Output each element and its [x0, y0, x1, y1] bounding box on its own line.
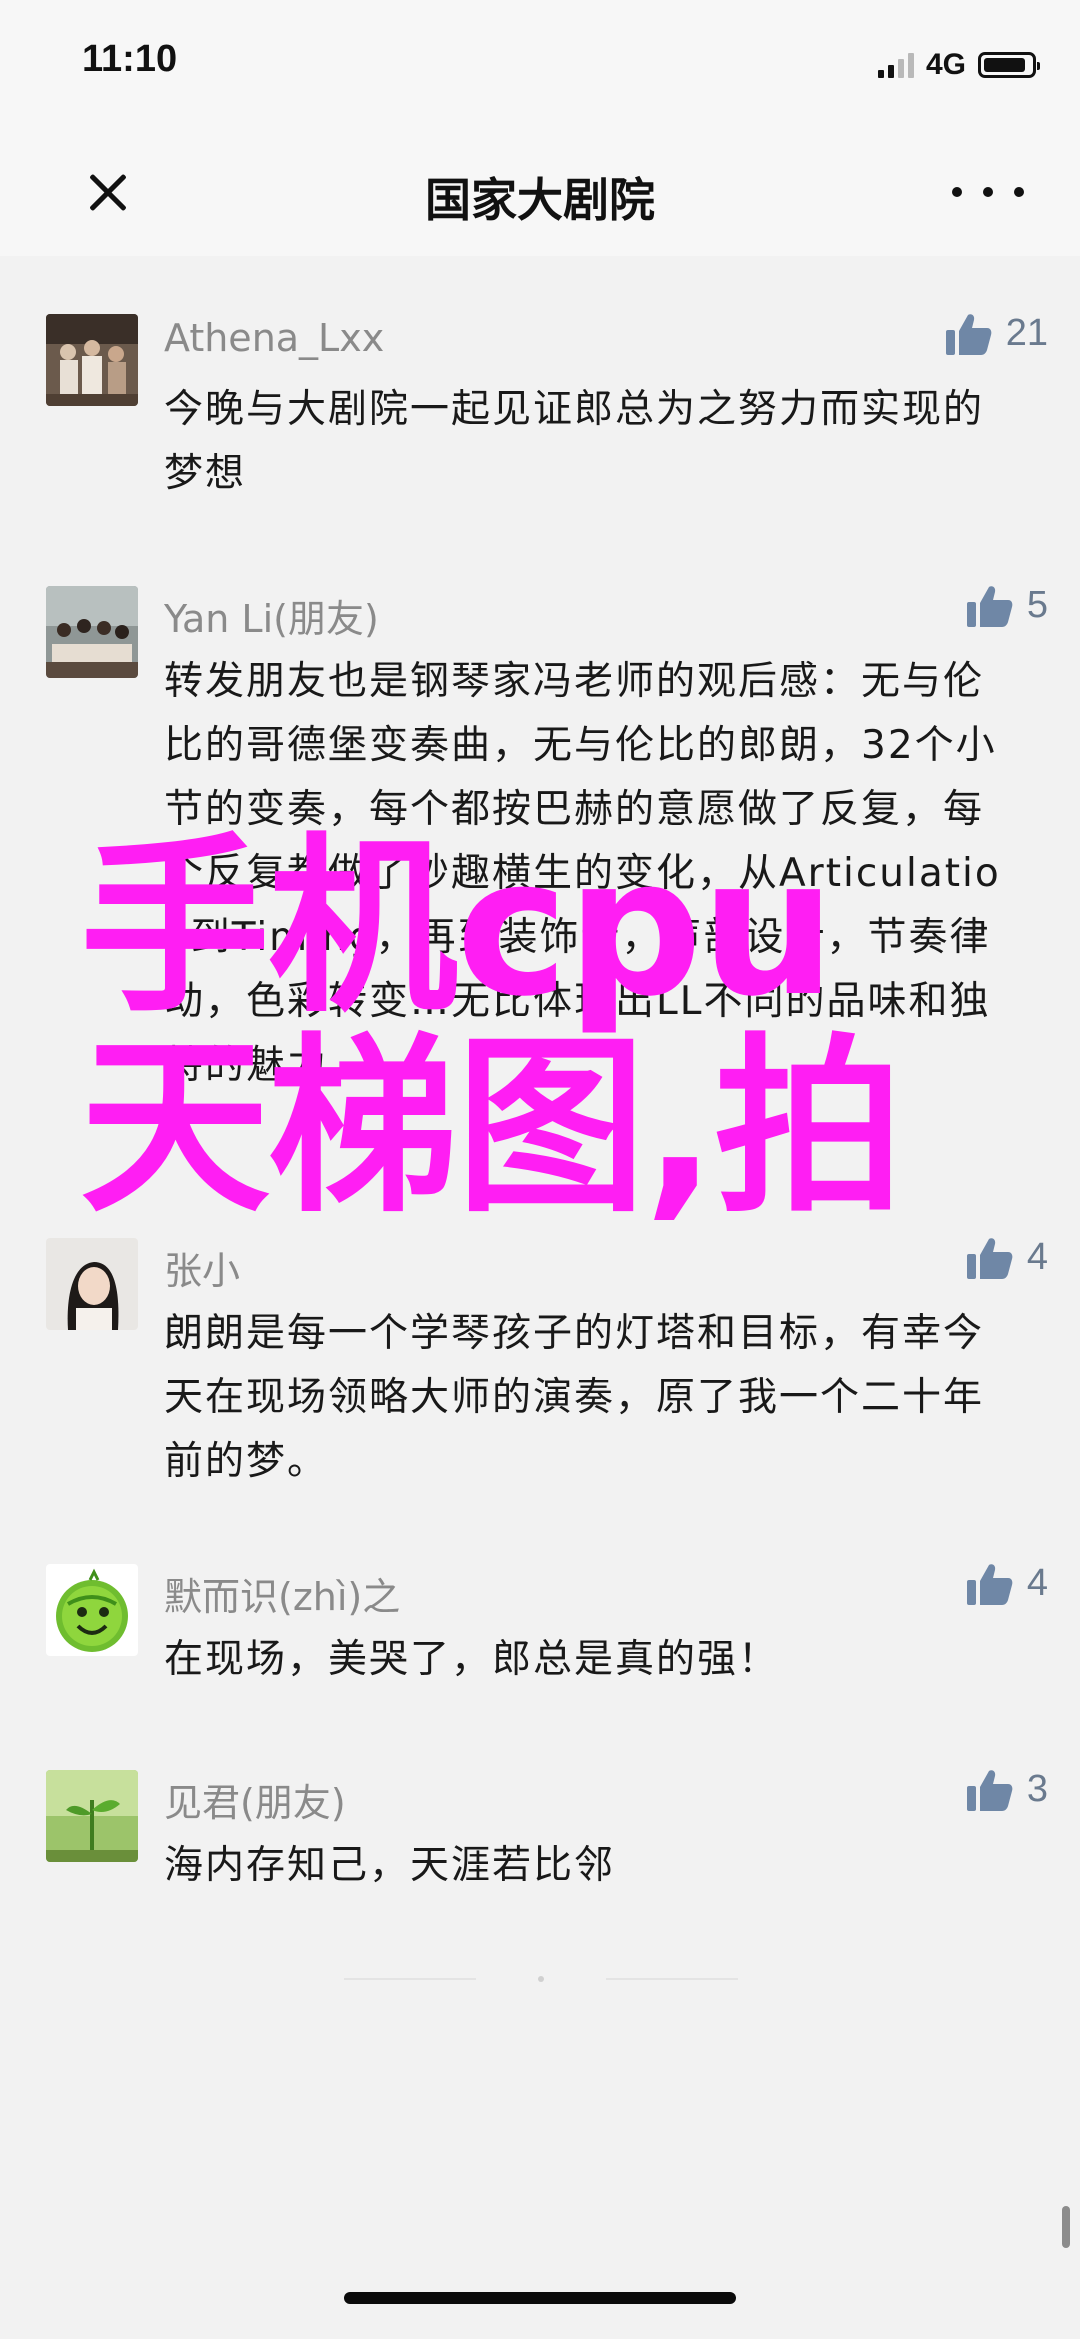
- thumbs-up-icon: [966, 1563, 1013, 1605]
- status-indicators: 4G: [877, 48, 1040, 82]
- status-bar: 11:10 4G: [0, 0, 1080, 128]
- commenter-name[interactable]: Athena_Lxx: [164, 316, 384, 360]
- comment-text: 海内存知己，天涯若比邻: [164, 1843, 616, 1888]
- avatar[interactable]: [46, 1238, 138, 1330]
- like-count: 21: [1005, 312, 1048, 354]
- commenter-name[interactable]: 见君(朋友): [164, 1772, 346, 1827]
- comment-item: 见君(朋友) 3 海内存知己，天涯若比邻: [0, 1768, 1080, 1910]
- battery-icon: [978, 52, 1040, 78]
- network-label: 4G: [925, 48, 966, 81]
- commenter-name[interactable]: 张小: [164, 1240, 240, 1295]
- page-title: 国家大剧院: [425, 173, 655, 227]
- status-time: 11:10: [82, 38, 178, 80]
- scroll-indicator[interactable]: [1062, 2206, 1070, 2248]
- commenter-name[interactable]: Yan Li(朋友): [164, 588, 379, 643]
- comment-item: 默而识(zhì)之 4 在现场，美哭了，郎总是真的强！: [0, 1562, 1080, 1704]
- comment-item: Athena_Lxx 21 今晚与大剧院一起见证郎总为之努力而实现的梦想: [0, 312, 1080, 514]
- list-end-divider: [344, 1976, 738, 1982]
- avatar[interactable]: [46, 1770, 138, 1862]
- thumbs-up-icon: [966, 1769, 1013, 1811]
- comment-text: 在现场，美哭了，郎总是真的强！: [164, 1637, 780, 1682]
- like-button[interactable]: 5: [966, 584, 1048, 627]
- commenter-name[interactable]: 默而识(zhì)之: [164, 1566, 400, 1621]
- like-count: 4: [1026, 1236, 1048, 1278]
- comment-item: Yan Li(朋友) 5 转发朋友也是钢琴家冯老师的观后感：无与伦比的哥德堡变奏…: [0, 584, 1080, 1088]
- thumbs-up-icon: [966, 585, 1013, 627]
- nav-bar: 国家大剧院: [0, 128, 1080, 256]
- comment-text: 朗朗是每一个学琴孩子的灯塔和目标，有幸今天在现场领略大师的演奏，原了我一个二十年…: [164, 1311, 985, 1484]
- thumbs-up-icon: [966, 1237, 1013, 1279]
- more-icon[interactable]: [952, 172, 1024, 212]
- like-button[interactable]: 3: [966, 1768, 1048, 1811]
- like-count: 4: [1026, 1562, 1048, 1604]
- comment-item: 张小 4 朗朗是每一个学琴孩子的灯塔和目标，有幸今天在现场领略大师的演奏，原了我…: [0, 1236, 1080, 1484]
- comment-text: 今晚与大剧院一起见证郎总为之努力而实现的梦想: [164, 387, 985, 496]
- like-count: 5: [1026, 584, 1048, 626]
- like-count: 3: [1026, 1768, 1048, 1810]
- like-button[interactable]: 21: [945, 312, 1048, 355]
- battery-level: [984, 58, 1025, 72]
- avatar[interactable]: [46, 586, 138, 678]
- avatar[interactable]: [46, 1564, 138, 1656]
- avatar[interactable]: [46, 314, 138, 406]
- home-indicator[interactable]: [344, 2292, 736, 2304]
- comment-text: 转发朋友也是钢琴家冯老师的观后感：无与伦比的哥德堡变奏曲，无与伦比的郎朗，32个…: [164, 659, 1001, 1088]
- thumbs-up-icon: [945, 313, 992, 355]
- like-button[interactable]: 4: [966, 1562, 1048, 1605]
- like-button[interactable]: 4: [966, 1236, 1048, 1279]
- signal-icon: [877, 52, 914, 78]
